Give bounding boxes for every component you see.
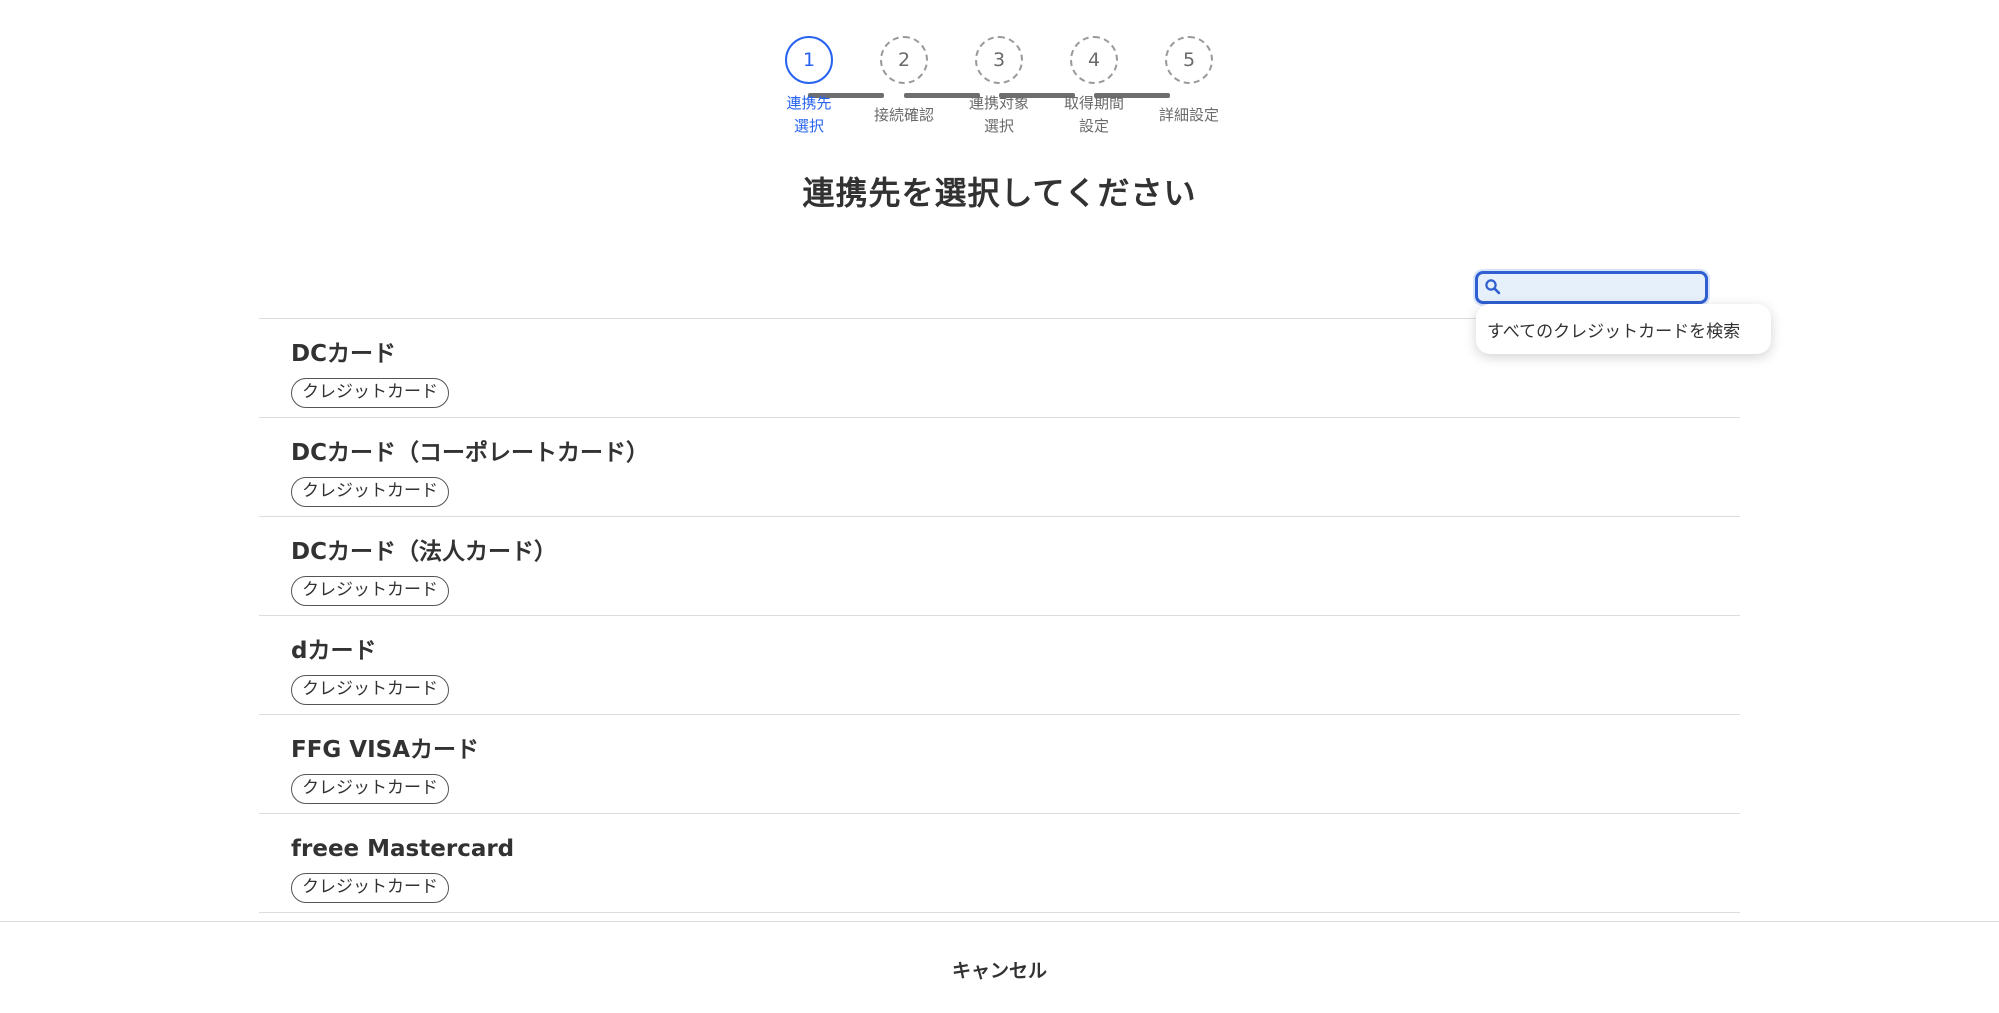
list-item[interactable]: DCカード（コーポレートカード） クレジットカード [259, 418, 1740, 517]
footer-bar: キャンセル [0, 921, 1999, 1013]
provider-name: DCカード（法人カード） [291, 539, 557, 565]
page-title: 連携先を選択してください [802, 174, 1197, 212]
provider-name: FFG VISAカード [291, 737, 480, 763]
list-item[interactable]: freee Mastercard クレジットカード [259, 814, 1740, 913]
search-box[interactable] [1475, 271, 1708, 304]
provider-name: DCカード（コーポレートカード） [291, 440, 649, 466]
list-item[interactable]: FFG VISAカード クレジットカード [259, 715, 1740, 814]
category-tag: クレジットカード [291, 477, 449, 507]
step-3: 3 連携対象 選択 [944, 36, 1054, 138]
step-number: 2 [880, 36, 928, 84]
cancel-button[interactable]: キャンセル [940, 952, 1059, 987]
step-5: 5 詳細設定 [1134, 36, 1244, 138]
step-label: 連携対象 選択 [968, 94, 1029, 135]
step-label: 取得期間 設定 [1063, 94, 1124, 135]
provider-list: DCカード クレジットカード DCカード（コーポレートカード） クレジットカード… [259, 318, 1740, 913]
step-number: 3 [975, 36, 1023, 84]
step-number: 4 [1070, 36, 1118, 84]
search-input[interactable] [1504, 274, 1704, 301]
provider-name: freee Mastercard [291, 836, 515, 862]
step-number: 5 [1165, 36, 1213, 84]
step-2: 2 接続確認 [849, 36, 959, 138]
provider-name: dカード [291, 638, 377, 664]
category-tag: クレジットカード [291, 873, 449, 903]
category-tag: クレジットカード [291, 576, 449, 606]
category-tag: クレジットカード [291, 378, 449, 408]
list-item[interactable]: DCカード（法人カード） クレジットカード [259, 517, 1740, 616]
step-4: 4 取得期間 設定 [1039, 36, 1149, 138]
list-item[interactable]: dカード クレジットカード [259, 616, 1740, 715]
search-suggestion-all-credit-cards[interactable]: すべてのクレジットカードを検索 [1476, 304, 1771, 354]
step-label: 連携先 選択 [786, 94, 832, 135]
step-number: 1 [785, 36, 833, 84]
category-tag: クレジットカード [291, 675, 449, 705]
progress-stepper: 1 連携先 選択 2 接続確認 3 連携対象 選択 4 取得期間 設定 5 詳細… [0, 36, 1999, 146]
step-label: 詳細設定 [1158, 105, 1219, 124]
search-icon [1484, 278, 1502, 296]
step-1: 1 連携先 選択 [754, 36, 864, 138]
step-label: 接続確認 [873, 105, 934, 124]
category-tag: クレジットカード [291, 774, 449, 804]
